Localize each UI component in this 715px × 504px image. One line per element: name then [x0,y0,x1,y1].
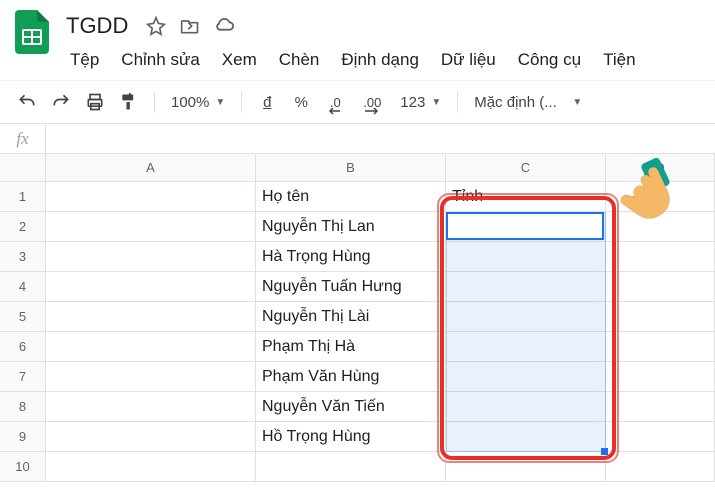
col-header-B[interactable]: B [256,154,446,182]
zoom-value: 100% [171,94,209,111]
col-header-C[interactable]: C [446,154,606,182]
cell[interactable] [606,332,715,362]
cell[interactable] [46,422,256,452]
cell[interactable] [606,212,715,242]
cell[interactable] [446,452,606,482]
spreadsheet-grid: A B C D 1 Họ tênTỉnh 2 Nguyễn Thị Lan 3 Hà … [0,154,715,482]
sheets-logo[interactable] [12,12,52,52]
cell[interactable]: Phạm Thị Hà [256,332,446,362]
cell[interactable] [446,392,606,422]
row-header[interactable]: 8 [0,392,46,422]
cell[interactable] [446,332,606,362]
cell[interactable] [46,212,256,242]
percent-button[interactable]: % [286,87,316,117]
cell[interactable] [46,392,256,422]
menu-view[interactable]: Xem [212,46,267,74]
select-all-corner[interactable] [0,154,46,182]
toolbar: 100%▼ đ % .0 .00 123▼ Mặc định (...▼ [0,80,715,124]
row-header[interactable]: 3 [0,242,46,272]
cell[interactable]: Họ tên [256,182,446,212]
increase-decimal-button[interactable]: .00 [354,87,390,117]
number-format-dropdown[interactable]: 123▼ [394,87,447,117]
redo-button[interactable] [46,87,76,117]
cell[interactable] [446,272,606,302]
undo-button[interactable] [12,87,42,117]
decrease-decimal-button[interactable]: .0 [320,87,350,117]
cell[interactable] [46,272,256,302]
fx-label: fx [0,124,46,153]
print-button[interactable] [80,87,110,117]
cell[interactable] [446,212,606,242]
cell[interactable]: Nguyễn Thị Lài [256,302,446,332]
cell[interactable] [606,272,715,302]
menu-insert[interactable]: Chèn [269,46,330,74]
cell[interactable] [446,302,606,332]
cell[interactable] [46,452,256,482]
cell[interactable]: Hồ Trọng Hùng [256,422,446,452]
document-title[interactable]: TGDD [60,11,134,41]
zoom-dropdown[interactable]: 100%▼ [165,87,231,117]
row-header[interactable]: 1 [0,182,46,212]
menu-extensions[interactable]: Tiện [593,46,645,74]
menu-format[interactable]: Định dạng [331,46,429,74]
menu-file[interactable]: Tệp [60,46,109,74]
cell[interactable] [46,332,256,362]
menu-edit[interactable]: Chỉnh sửa [111,46,209,74]
cell[interactable] [606,392,715,422]
cell[interactable]: Nguyễn Tuấn Hưng [256,272,446,302]
cell[interactable] [446,242,606,272]
cell[interactable]: Hà Trọng Hùng [256,242,446,272]
col-header-A[interactable]: A [46,154,256,182]
cell[interactable] [606,182,715,212]
cell[interactable]: Nguyễn Văn Tiến [256,392,446,422]
row-header[interactable]: 10 [0,452,46,482]
cell[interactable] [446,422,606,452]
font-dropdown[interactable]: Mặc định (...▼ [468,87,588,117]
cell[interactable]: Tỉnh [446,182,606,212]
cell[interactable] [446,362,606,392]
row-header[interactable]: 5 [0,302,46,332]
currency-button[interactable]: đ [252,87,282,117]
row-header[interactable]: 4 [0,272,46,302]
move-icon[interactable] [178,14,202,38]
star-icon[interactable] [144,14,168,38]
menu-tools[interactable]: Công cụ [508,46,591,74]
cell[interactable] [256,452,446,482]
cell[interactable] [46,242,256,272]
cell[interactable] [606,242,715,272]
row-header[interactable]: 7 [0,362,46,392]
cell[interactable] [606,302,715,332]
cell[interactable]: Nguyễn Thị Lan [256,212,446,242]
cell[interactable] [606,422,715,452]
row-header[interactable]: 9 [0,422,46,452]
cell[interactable] [606,452,715,482]
col-header-D[interactable]: D [606,154,715,182]
cell[interactable] [46,182,256,212]
cell[interactable] [46,302,256,332]
menu-data[interactable]: Dữ liệu [431,46,506,74]
cell[interactable]: Phạm Văn Hùng [256,362,446,392]
menubar: Tệp Chỉnh sửa Xem Chèn Định dạng Dữ liệu… [60,44,703,80]
paint-format-button[interactable] [114,87,144,117]
cell[interactable] [606,362,715,392]
cell[interactable] [46,362,256,392]
row-header[interactable]: 6 [0,332,46,362]
row-header[interactable]: 2 [0,212,46,242]
cloud-status-icon[interactable] [212,14,236,38]
formula-input[interactable] [46,124,715,153]
